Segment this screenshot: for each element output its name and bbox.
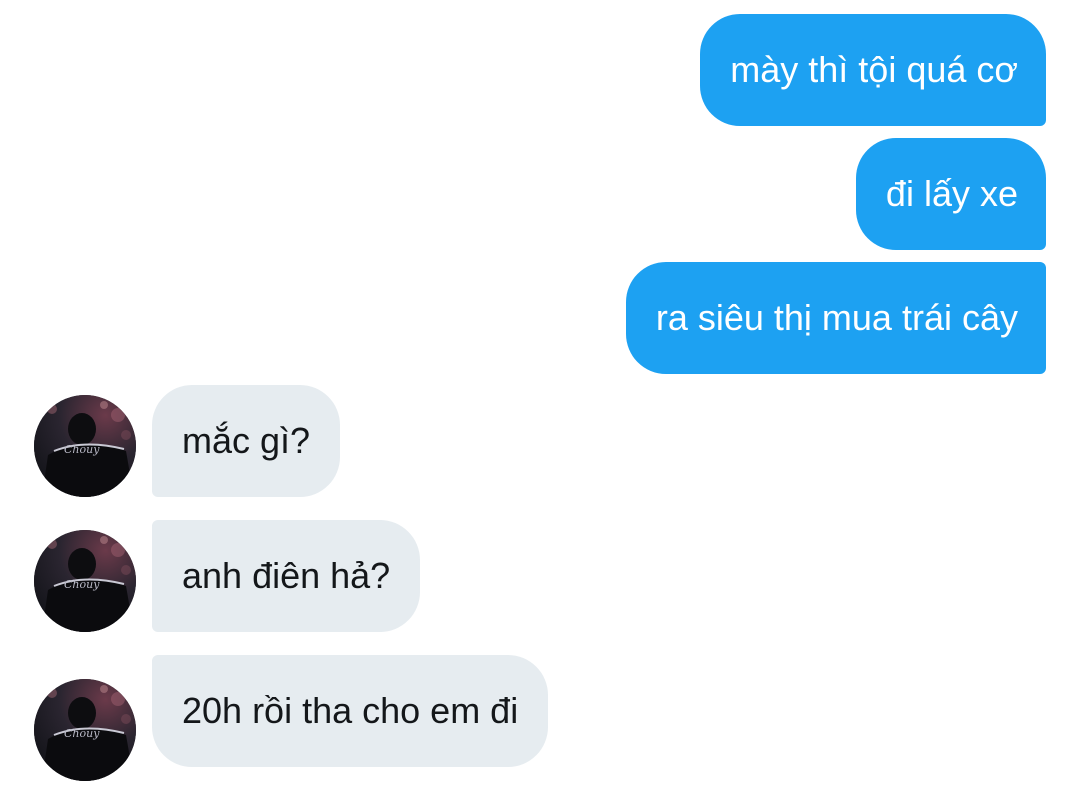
- user-avatar-photo-icon: Chouy: [34, 395, 136, 497]
- avatar-caption: Chouy: [64, 727, 100, 740]
- sent-message-bubble[interactable]: mày thì tội quá cơ: [700, 14, 1046, 126]
- contact-avatar[interactable]: Chouy: [34, 395, 136, 497]
- user-avatar-photo-icon: Chouy: [34, 530, 136, 632]
- sent-message-text: mày thì tội quá cơ: [730, 49, 1018, 90]
- sent-message-bubble[interactable]: ra siêu thị mua trái cây: [625, 262, 1046, 374]
- received-message-bubble[interactable]: mắc gì?: [152, 385, 341, 497]
- sent-message-bubble[interactable]: đi lấy xe: [855, 138, 1046, 250]
- received-message-text: mắc gì?: [182, 420, 311, 461]
- received-message-bubble[interactable]: 20h rồi tha cho em đi: [152, 655, 549, 767]
- avatar-caption: Chouy: [64, 443, 100, 456]
- avatar-caption: Chouy: [64, 578, 100, 591]
- received-message-bubble[interactable]: anh điên hả?: [152, 520, 421, 632]
- sent-message-text: đi lấy xe: [885, 173, 1018, 214]
- user-avatar-photo-icon: Chouy: [34, 679, 136, 781]
- sent-message-text: ra siêu thị mua trái cây: [655, 297, 1018, 338]
- received-message-text: anh điên hả?: [182, 555, 391, 596]
- contact-avatar[interactable]: Chouy: [34, 530, 136, 632]
- received-message-text: 20h rồi tha cho em đi: [182, 690, 519, 731]
- contact-avatar[interactable]: Chouy: [34, 679, 136, 781]
